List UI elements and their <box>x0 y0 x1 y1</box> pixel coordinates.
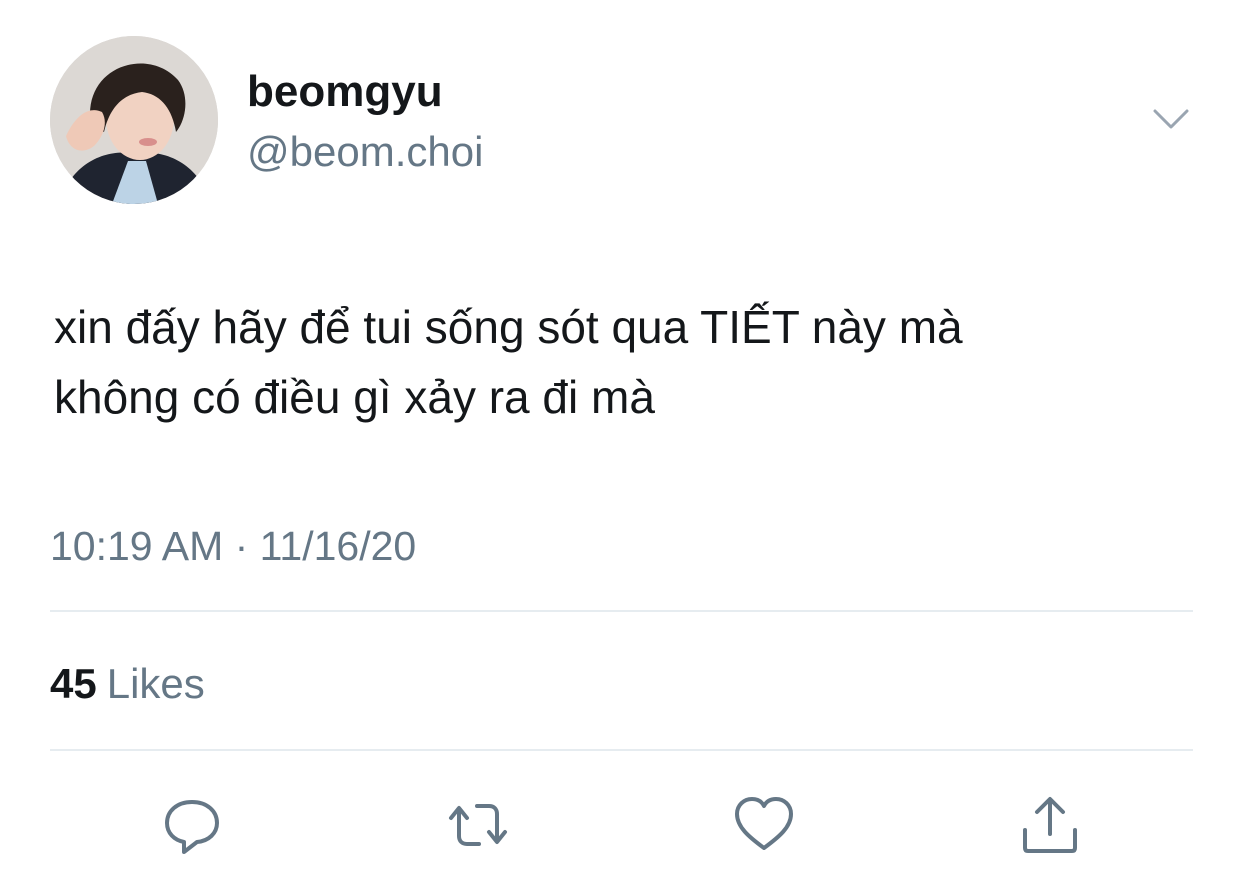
avatar-image <box>50 36 218 204</box>
reply-icon <box>165 800 219 854</box>
tweet-text-line: xin đấy hãy để tui sống sót qua TIẾT này… <box>54 301 963 353</box>
likes-stat[interactable]: 45 Likes <box>50 658 205 710</box>
likes-label: Likes <box>106 660 205 707</box>
divider <box>50 610 1193 612</box>
chevron-down-icon <box>1153 109 1189 129</box>
divider <box>50 749 1193 751</box>
tweet-text: xin đấy hãy để tui sống sót qua TIẾT này… <box>54 292 1194 432</box>
likes-count: 45 <box>50 660 97 707</box>
display-name[interactable]: beomgyu <box>247 66 443 118</box>
like-button[interactable] <box>729 790 799 860</box>
share-icon <box>1023 797 1077 853</box>
tweet-timestamp[interactable]: 10:19 AM · 11/16/20 <box>50 520 416 572</box>
reply-button[interactable] <box>157 790 227 860</box>
more-options-button[interactable] <box>1148 96 1194 142</box>
heart-icon <box>735 797 793 850</box>
retweet-button[interactable] <box>443 790 513 860</box>
avatar[interactable] <box>50 36 218 204</box>
retweet-icon <box>449 804 507 846</box>
tweet-text-line: không có điều gì xảy ra đi mà <box>54 371 655 423</box>
share-button[interactable] <box>1015 790 1085 860</box>
user-handle[interactable]: @beom.choi <box>247 126 483 178</box>
